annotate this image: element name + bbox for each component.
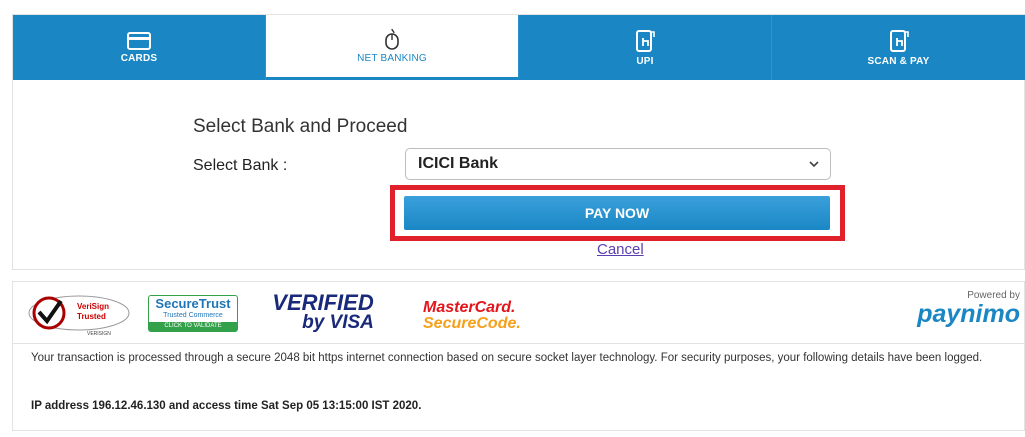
- tab-cards[interactable]: CARDS: [13, 15, 266, 80]
- mastercard-securecode-logo: MasterCard. SecureCode.: [423, 300, 521, 332]
- payment-method-tabs: CARDS NET BANKING UPI SCAN & PAY: [13, 15, 1025, 80]
- verified-by-visa-logo: VERIFIED by VISA: [258, 290, 388, 333]
- phone-tap-icon: [636, 29, 655, 52]
- mouse-icon: [385, 28, 399, 50]
- pay-now-button[interactable]: PAY NOW: [404, 196, 830, 230]
- ip-address-line: IP address 196.12.46.130 and access time…: [31, 400, 422, 412]
- payment-panel: CARDS NET BANKING UPI SCAN & PAY Select …: [12, 14, 1025, 270]
- cancel-link[interactable]: Cancel: [597, 241, 644, 258]
- tab-cards-label: CARDS: [120, 52, 158, 64]
- bank-select-value: ICICI Bank: [418, 155, 499, 172]
- panel-title: Select Bank and Proceed: [193, 116, 408, 137]
- tab-scan-and-pay-label: SCAN & PAY: [867, 55, 930, 67]
- svg-text:Trusted: Trusted: [77, 312, 106, 321]
- paynimo-text: paynimo: [917, 300, 1020, 328]
- tab-net-banking[interactable]: NET BANKING: [266, 15, 519, 80]
- select-bank-label: Select Bank :: [193, 157, 288, 174]
- bank-select[interactable]: ICICI Bank: [405, 148, 831, 180]
- card-icon: [127, 31, 151, 50]
- tab-net-banking-label: NET BANKING: [357, 53, 427, 64]
- security-notice: Your transaction is processed through a …: [31, 352, 983, 364]
- tab-upi[interactable]: UPI: [519, 15, 772, 80]
- chevron-down-icon: [809, 161, 819, 168]
- visa-verified-text: VERIFIED: [272, 290, 374, 315]
- securecode-text: SecureCode.: [423, 315, 521, 332]
- svg-text:VERISIGN: VERISIGN: [87, 331, 111, 337]
- tab-upi-label: UPI: [636, 55, 654, 67]
- phone-tap-icon: [889, 29, 909, 52]
- visa-by-text: by VISA: [302, 312, 374, 333]
- security-badges: VeriSign Trusted VERISIGN SecureTrust Tr…: [13, 282, 1025, 344]
- securetrust-subtitle: Trusted Commerce: [163, 312, 223, 319]
- paynimo-logo: Powered by paynimo: [917, 290, 1020, 327]
- securetrust-title: SecureTrust: [155, 296, 231, 311]
- mastercard-text: MasterCard.: [423, 299, 516, 316]
- svg-text:VeriSign: VeriSign: [77, 302, 109, 311]
- security-footer: VeriSign Trusted VERISIGN SecureTrust Tr…: [12, 281, 1025, 431]
- verisign-trusted-logo: VeriSign Trusted VERISIGN: [28, 295, 130, 337]
- securetrust-badge[interactable]: SecureTrust Trusted Commerce CLICK TO VA…: [148, 295, 238, 332]
- securetrust-validate: CLICK TO VALIDATE: [149, 322, 237, 331]
- tab-scan-and-pay[interactable]: SCAN & PAY: [772, 15, 1025, 80]
